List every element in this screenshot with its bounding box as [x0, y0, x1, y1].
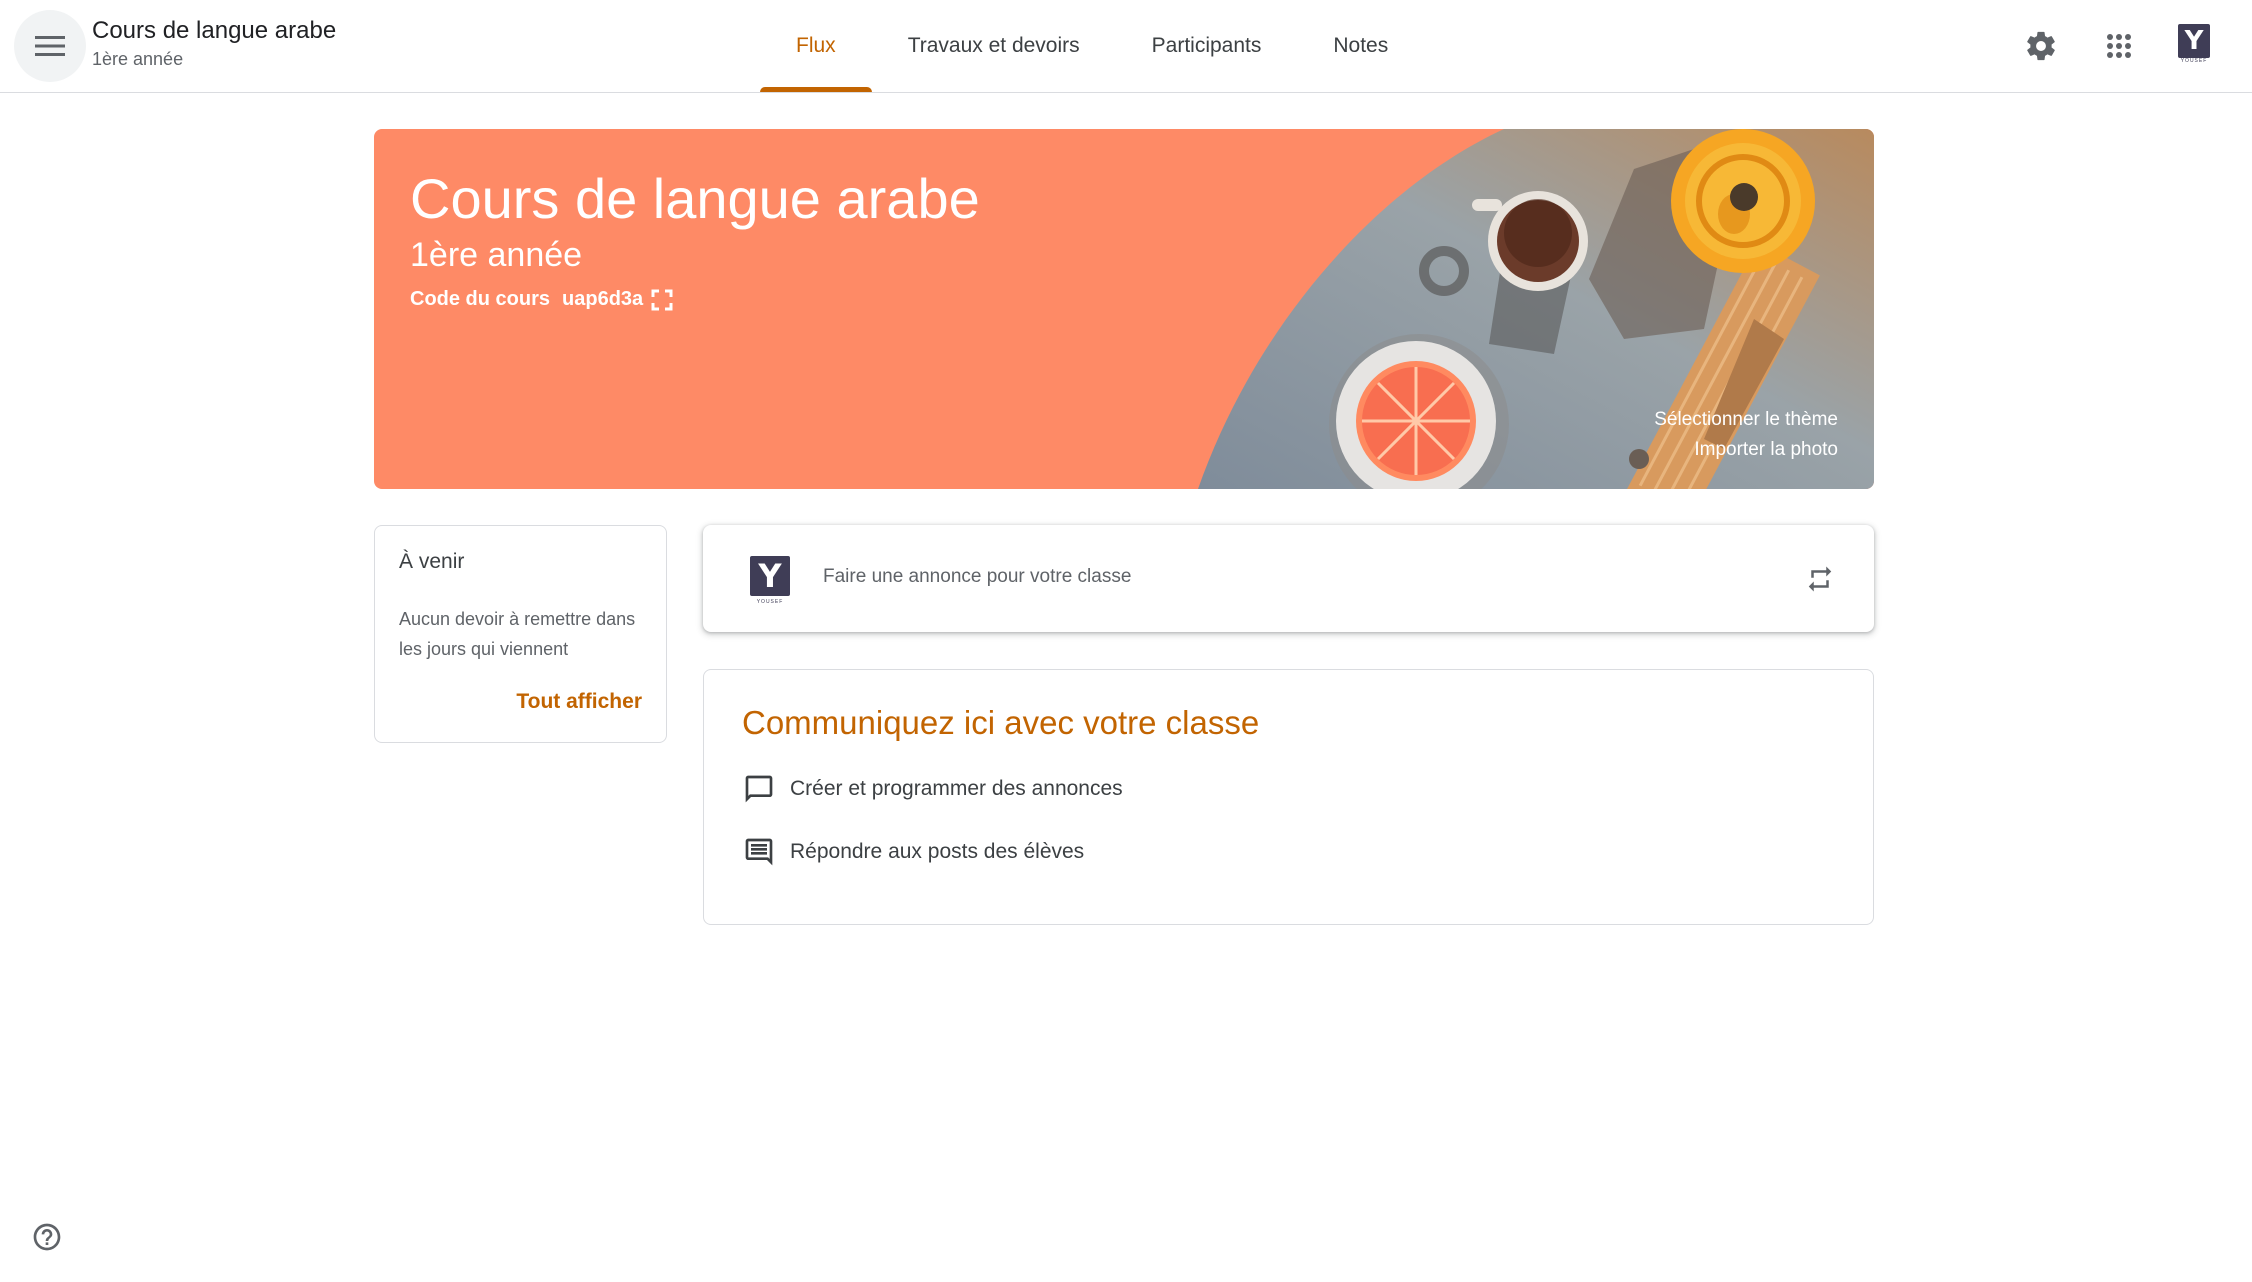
class-code: Code du cours uap6d3a	[410, 288, 673, 311]
list-item-label: Répondre aux posts des élèves	[790, 840, 1085, 863]
tab-notes[interactable]: Notes	[1297, 0, 1424, 92]
user-avatar: Y	[750, 556, 790, 596]
select-theme-link[interactable]: Sélectionner le thème	[1654, 409, 1838, 431]
main-menu-button[interactable]	[14, 10, 86, 82]
help-button[interactable]	[30, 1220, 64, 1254]
help-icon	[33, 1223, 61, 1251]
view-all-link[interactable]: Tout afficher	[516, 690, 642, 714]
menu-icon	[35, 36, 65, 56]
apps-grid-icon	[2107, 34, 2131, 58]
account-avatar[interactable]: Y	[2178, 24, 2210, 58]
announcement-input[interactable]: Faire une annonce pour votre classe	[823, 566, 1131, 588]
top-app-bar: Cours de langue arabe 1ère année Flux Tr…	[0, 0, 2252, 93]
chat-bubble-icon	[742, 772, 776, 806]
communicate-title: Communiquez ici avec votre classe	[742, 704, 1260, 741]
class-banner: Cours de langue arabe 1ère année Code du…	[374, 129, 1874, 489]
import-photo-link[interactable]: Importer la photo	[1694, 439, 1838, 461]
banner-class-title: Cours de langue arabe	[410, 167, 980, 230]
announcement-composer[interactable]: Y YOUSEF Faire une annonce pour votre cl…	[703, 525, 1874, 632]
repeat-icon	[1808, 566, 1832, 592]
class-tabs: Flux Travaux et devoirs Participants Not…	[760, 0, 1424, 92]
class-section: 1ère année	[92, 49, 184, 69]
comment-lines-icon	[742, 835, 776, 869]
account-avatar-caption: YOUSEF	[2180, 58, 2208, 64]
banner-class-section: 1ère année	[410, 236, 583, 274]
user-avatar-caption: YOUSEF	[756, 599, 784, 605]
fullscreen-icon[interactable]	[651, 289, 673, 311]
list-item-create-announcements: Créer et programmer des annonces	[742, 772, 1123, 806]
tab-travaux-et-devoirs[interactable]: Travaux et devoirs	[872, 0, 1116, 92]
class-code-label: Code du cours	[410, 288, 551, 310]
upcoming-card: À venir Aucun devoir à remettre dans les…	[374, 525, 667, 743]
upcoming-title: À venir	[399, 550, 465, 573]
upcoming-empty-text: Aucun devoir à remettre dans les jours q…	[399, 609, 636, 659]
class-code-value[interactable]: uap6d3a	[562, 288, 643, 311]
tab-participants[interactable]: Participants	[1116, 0, 1298, 92]
class-title-block[interactable]: Cours de langue arabe 1ère année	[92, 16, 336, 72]
class-name: Cours de langue arabe	[92, 17, 337, 44]
gear-icon	[2027, 31, 2055, 61]
class-settings-button[interactable]	[2018, 23, 2064, 69]
tab-flux[interactable]: Flux	[760, 0, 872, 92]
list-item-reply-posts: Répondre aux posts des élèves	[742, 835, 1084, 869]
google-apps-button[interactable]	[2096, 23, 2142, 69]
reuse-post-button[interactable]	[1802, 561, 1838, 597]
communicate-card: Communiquez ici avec votre classe Créer …	[703, 669, 1874, 925]
list-item-label: Créer et programmer des annonces	[790, 777, 1123, 800]
